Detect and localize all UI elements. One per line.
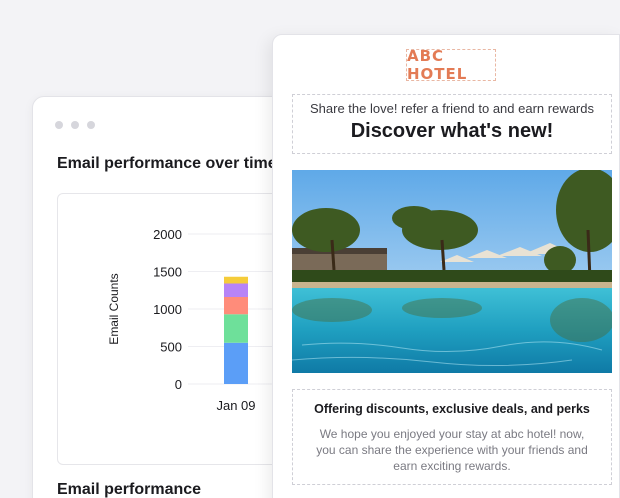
window-controls xyxy=(55,121,95,129)
y-axis-label: Email Counts xyxy=(107,273,121,344)
section-title: Email performance xyxy=(57,481,202,498)
y-tick-label: 2000 xyxy=(153,227,182,242)
bar-segment-2[interactable] xyxy=(224,314,248,343)
y-tick-label: 1000 xyxy=(153,302,182,317)
y-tick-label: 1500 xyxy=(153,265,182,280)
email-preview: ABC HOTEL Share the love! refer a friend… xyxy=(272,34,620,498)
pool-photo xyxy=(292,170,612,373)
bar-segment-5[interactable] xyxy=(224,276,248,284)
chart-title: Email performance over time xyxy=(57,155,277,172)
y-tick-label: 500 xyxy=(160,340,182,355)
bar-segment-4[interactable] xyxy=(224,283,248,298)
x-tick-label: Jan 09 xyxy=(216,398,255,413)
hotel-logo[interactable]: ABC HOTEL xyxy=(406,47,496,83)
window-dot xyxy=(55,121,63,129)
email-headline: Discover what's new! xyxy=(350,120,554,142)
y-tick-label: 0 xyxy=(175,377,182,392)
email-subheading: Share the love! refer a friend to and ea… xyxy=(310,101,594,116)
bar-segment-1[interactable] xyxy=(224,342,248,384)
email-header-block[interactable]: Share the love! refer a friend to and ea… xyxy=(292,94,612,154)
window-dot xyxy=(87,121,95,129)
logo-text: ABC HOTEL xyxy=(407,47,468,83)
bar-segment-3[interactable] xyxy=(224,297,248,315)
window-dot xyxy=(71,121,79,129)
offer-body: We hope you enjoyed your stay at abc hot… xyxy=(316,427,588,473)
hotel-pool-image[interactable] xyxy=(292,170,612,373)
offer-block[interactable]: Offering discounts, exclusive deals, and… xyxy=(292,389,612,485)
offer-title: Offering discounts, exclusive deals, and… xyxy=(314,402,590,416)
